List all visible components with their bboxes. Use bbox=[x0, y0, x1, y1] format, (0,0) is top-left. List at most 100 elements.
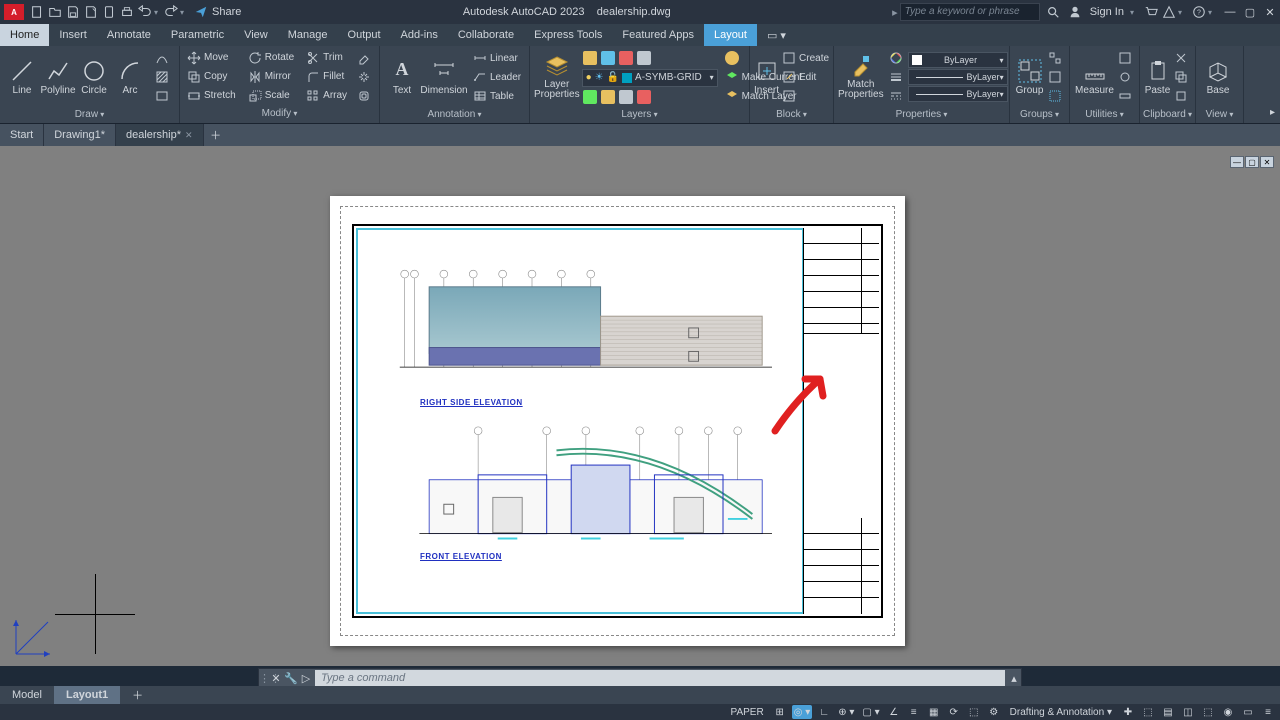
layer-mini6-icon[interactable] bbox=[600, 88, 616, 106]
qat-undo-icon[interactable] bbox=[136, 3, 154, 21]
status-ortho-icon[interactable]: ∟ bbox=[816, 705, 832, 719]
minimize-button[interactable]: — bbox=[1220, 2, 1240, 22]
copy-button[interactable]: Copy bbox=[184, 68, 239, 86]
layer-mini7-icon[interactable] bbox=[618, 88, 634, 106]
status-gear-icon[interactable]: ⚙ bbox=[986, 705, 1002, 719]
close-icon[interactable]: ✕ bbox=[185, 130, 193, 141]
qat-new-icon[interactable] bbox=[28, 3, 46, 21]
layer-mini3-icon[interactable] bbox=[618, 49, 634, 67]
panel-utilities[interactable]: Utilities bbox=[1070, 108, 1139, 123]
tab-expresstools[interactable]: Express Tools bbox=[524, 24, 612, 46]
cmdline-handle[interactable]: ⋮⋮ bbox=[259, 672, 269, 685]
polyline-button[interactable]: Polyline bbox=[40, 48, 76, 106]
measure-button[interactable]: Measure bbox=[1074, 48, 1115, 106]
status-grid-icon[interactable]: ⊞ bbox=[772, 705, 788, 719]
cart-icon[interactable] bbox=[1142, 3, 1160, 21]
paste-button[interactable]: Paste bbox=[1144, 48, 1171, 106]
groupsel-icon[interactable] bbox=[1045, 87, 1065, 105]
layer-mini2-icon[interactable] bbox=[600, 49, 616, 67]
circle-button[interactable]: Circle bbox=[76, 48, 112, 106]
linetype-dropdown[interactable]: ByLayer▾ bbox=[908, 86, 1008, 102]
ribbon-collapse-icon[interactable]: ▸ bbox=[1267, 103, 1278, 121]
status-annoscale-icon[interactable]: ⬚ bbox=[966, 705, 982, 719]
blockattr-icon[interactable] bbox=[779, 87, 832, 105]
panel-properties[interactable]: Properties bbox=[834, 108, 1009, 123]
dimension-button[interactable]: Dimension bbox=[420, 48, 468, 106]
share-icon[interactable] bbox=[192, 3, 210, 21]
layer-mini4-icon[interactable] bbox=[636, 49, 652, 67]
help-icon[interactable]: ? bbox=[1190, 3, 1208, 21]
base-button[interactable]: Base bbox=[1200, 48, 1236, 106]
status-annomonitor-icon[interactable]: ✚ bbox=[1120, 705, 1136, 719]
util2-icon[interactable] bbox=[1115, 68, 1135, 86]
doc-close-button[interactable]: ✕ bbox=[1260, 156, 1274, 168]
tab-featuredapps[interactable]: Featured Apps bbox=[612, 24, 704, 46]
user-icon[interactable] bbox=[1066, 3, 1084, 21]
blockedit-button[interactable]: Edit bbox=[779, 68, 832, 86]
mirror-button[interactable]: Mirror bbox=[245, 68, 297, 86]
status-cleanscreen-icon[interactable]: ▭ bbox=[1240, 705, 1256, 719]
tab-insert[interactable]: Insert bbox=[49, 24, 97, 46]
linetype-icon[interactable] bbox=[886, 87, 906, 105]
cmdline-history-icon[interactable]: ▴ bbox=[1007, 672, 1021, 685]
qat-saveas-icon[interactable] bbox=[82, 3, 100, 21]
layerprops-button[interactable]: Layer Properties bbox=[534, 48, 580, 106]
table-button[interactable]: Table bbox=[470, 87, 524, 105]
panel-layers[interactable]: Layers bbox=[530, 108, 749, 123]
leader-button[interactable]: Leader bbox=[470, 68, 524, 86]
scale-button[interactable]: Scale bbox=[245, 87, 297, 105]
clip3-icon[interactable] bbox=[1171, 87, 1191, 105]
tab-addins[interactable]: Add-ins bbox=[391, 24, 448, 46]
qat-webmobile-icon[interactable] bbox=[100, 3, 118, 21]
status-otrack-icon[interactable]: ∠ bbox=[886, 705, 902, 719]
copyclip-icon[interactable] bbox=[1171, 68, 1191, 86]
cmdline-close-icon[interactable]: ✕ bbox=[269, 672, 283, 685]
matchprops-button[interactable]: Match Properties bbox=[838, 48, 884, 106]
layer-mini5-icon[interactable] bbox=[582, 88, 598, 106]
tab-overflow[interactable]: ▭ ▾ bbox=[757, 24, 796, 46]
panel-modify[interactable]: Modify bbox=[180, 107, 379, 123]
status-units-icon[interactable]: ⬚ bbox=[1140, 705, 1156, 719]
status-lwt-icon[interactable]: ≡ bbox=[906, 705, 922, 719]
share-label[interactable]: Share bbox=[212, 6, 241, 18]
util3-icon[interactable] bbox=[1115, 87, 1135, 105]
cut-icon[interactable] bbox=[1171, 49, 1191, 67]
panel-view[interactable]: View bbox=[1196, 108, 1243, 123]
layer-dropdown[interactable]: ● ☀ 🔓 A-SYMB-GRID ▾ bbox=[582, 69, 718, 87]
tab-layout[interactable]: Layout bbox=[704, 24, 757, 46]
layouttab-model[interactable]: Model bbox=[0, 686, 54, 704]
space-indicator[interactable]: PAPER bbox=[727, 707, 768, 718]
lineweight-dropdown[interactable]: ByLayer▾ bbox=[908, 69, 1008, 85]
cmdline-customize-icon[interactable]: 🔧 bbox=[283, 672, 299, 685]
filetab-start[interactable]: Start bbox=[0, 124, 44, 146]
doc-minimize-button[interactable]: — bbox=[1230, 156, 1244, 168]
doc-maximize-button[interactable]: ▢ bbox=[1245, 156, 1259, 168]
status-snap-icon[interactable]: ◎ ▾ bbox=[792, 705, 813, 719]
draw-misc1-icon[interactable] bbox=[152, 49, 172, 67]
qat-plot-icon[interactable] bbox=[118, 3, 136, 21]
text-button[interactable]: AText bbox=[384, 48, 420, 106]
rect-icon[interactable] bbox=[152, 87, 172, 105]
search-icon[interactable] bbox=[1044, 3, 1062, 21]
new-tab-button[interactable]: ＋ bbox=[204, 124, 228, 146]
layer-mini1-icon[interactable] bbox=[582, 49, 598, 67]
status-isolate-icon[interactable]: ⬚ bbox=[1200, 705, 1216, 719]
tab-parametric[interactable]: Parametric bbox=[161, 24, 234, 46]
tab-annotate[interactable]: Annotate bbox=[97, 24, 161, 46]
trim-button[interactable]: Trim bbox=[303, 49, 350, 67]
app-icon[interactable]: A bbox=[4, 4, 24, 20]
blockcreate-button[interactable]: Create bbox=[779, 49, 832, 67]
paper-sheet[interactable]: RIGHT SIDE ELEVATION FRONT ELEVATION bbox=[330, 196, 905, 646]
rotate-button[interactable]: Rotate bbox=[245, 49, 297, 67]
color-dropdown[interactable]: ByLayer▾ bbox=[908, 52, 1008, 68]
layer-mini8-icon[interactable] bbox=[636, 88, 652, 106]
panel-draw[interactable]: Draw bbox=[0, 108, 179, 123]
viewport[interactable]: RIGHT SIDE ELEVATION FRONT ELEVATION bbox=[356, 228, 804, 614]
explode-icon[interactable] bbox=[354, 68, 374, 86]
tab-manage[interactable]: Manage bbox=[278, 24, 338, 46]
status-polar-icon[interactable]: ⊕ ▾ bbox=[836, 705, 856, 719]
tab-home[interactable]: Home bbox=[0, 24, 49, 46]
tab-output[interactable]: Output bbox=[338, 24, 391, 46]
erase-icon[interactable] bbox=[354, 49, 374, 67]
hatch-icon[interactable] bbox=[152, 68, 172, 86]
